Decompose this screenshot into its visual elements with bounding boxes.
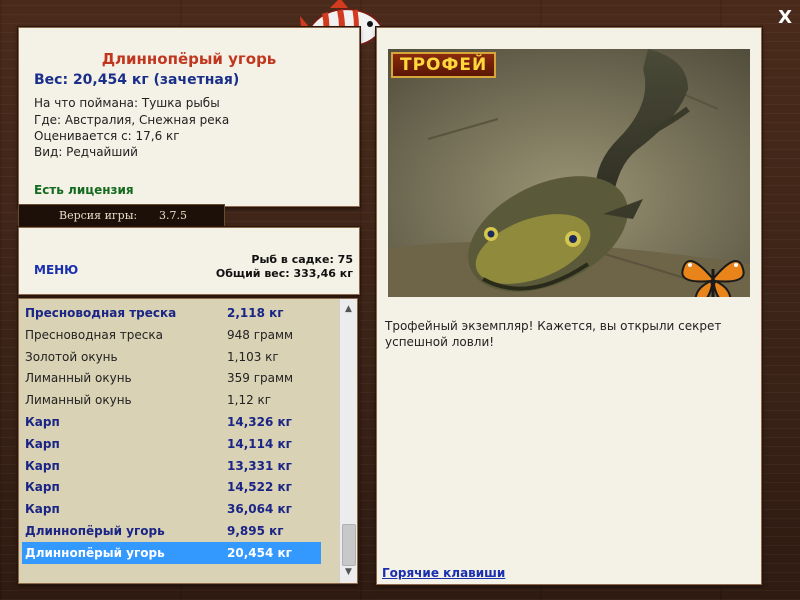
fish-list-item[interactable]: Лиманный окунь 1,12 кг [22, 389, 321, 411]
fish-name: Карп [25, 502, 60, 517]
version-label: Версия игры: [59, 209, 138, 222]
fish-weight: 9,895 кг [227, 524, 284, 538]
fish-weight: 948 грамм [227, 327, 294, 342]
trophy-detail-panel: ТРОФЕЙ Трофейный экземпляр! Кажется, вы … [376, 27, 762, 585]
fish-weight: 14,522 кг [227, 480, 292, 495]
fish-name: Лиманный окунь [25, 371, 132, 386]
catch-kind: Вид: Редчайший [34, 145, 138, 159]
fish-name: Золотой окунь [25, 349, 118, 364]
fish-list-item[interactable]: Пресноводная треска 2,118 кг [22, 302, 321, 324]
fish-name: Пресноводная треска [25, 306, 177, 320]
fish-name: Карп [25, 480, 60, 495]
fish-name: Лиманный окунь [25, 393, 132, 408]
fish-list-item[interactable]: Длиннопёрый угорь 9,895 кг [22, 520, 321, 542]
fish-weight: 13,331 кг [227, 458, 292, 473]
fish-weight: 20,454 кг [227, 545, 292, 560]
fish-list-item[interactable]: Карп 14,114 кг [22, 433, 321, 455]
fish-weight: 359 грамм [227, 371, 294, 386]
fish-list-item[interactable]: Карп 13,331 кг [22, 455, 321, 477]
license-status: Есть лицензия [34, 183, 134, 197]
fish-weight: 14,114 кг [227, 436, 292, 451]
trophy-badge: ТРОФЕЙ [391, 52, 497, 78]
fish-photo: ТРОФЕЙ [388, 49, 750, 297]
fish-list-item[interactable]: Пресноводная треска 948 грамм [22, 324, 321, 346]
catch-valued-from: Оценивается с: 17,6 кг [34, 129, 180, 143]
fish-list-item[interactable]: Золотой окунь 1,103 кг [22, 346, 321, 368]
fish-name: Длиннопёрый угорь [25, 545, 165, 560]
fish-list-item[interactable]: Карп 36,064 кг [22, 498, 321, 520]
close-button[interactable]: X [778, 7, 792, 28]
fish-list[interactable]: Пресноводная треска 2,118 кг Пресноводная … [18, 298, 358, 584]
fish-name: Карп [25, 458, 60, 473]
catch-weight: Вес: 20,454 кг (зачетная) [34, 72, 240, 88]
fish-name: Карп [25, 436, 60, 451]
fish-name: Карп [25, 415, 60, 429]
fish-list-item[interactable]: Карп 14,326 кг [22, 411, 321, 433]
keepnet-stats-panel: МЕНЮ Рыб в садке: 75 Общий вес: 333,46 к… [18, 227, 360, 295]
fish-weight: 14,326 кг [227, 415, 292, 429]
menu-button[interactable]: МЕНЮ [34, 263, 78, 277]
fish-weight: 1,103 кг [227, 349, 279, 364]
catch-bait: На что поймана: Тушка рыбы [34, 96, 220, 110]
list-scrollbar[interactable]: ▲ ▼ [339, 299, 357, 583]
fish-list-item[interactable]: Длиннопёрый угорь 20,454 кг [22, 541, 321, 564]
fish-list-item[interactable]: Карп 14,522 кг [22, 476, 321, 498]
scroll-up-arrow-icon[interactable]: ▲ [340, 301, 357, 318]
hotkeys-link[interactable]: Горячие клавиши [382, 566, 505, 580]
total-weight: Общий вес: 333,46 кг [215, 267, 353, 280]
butterfly-icon [681, 260, 745, 297]
version-bar: Версия игры: 3.7.5 [18, 204, 225, 228]
trophy-description: Трофейный экземпляр! Кажется, вы открыли… [385, 319, 722, 349]
version-value: 3.7.5 [159, 209, 187, 222]
fish-weight: 36,064 кг [227, 502, 292, 517]
fish-weight: 2,118 кг [227, 306, 284, 320]
fish-weight: 1,12 кг [227, 393, 272, 408]
catch-title: Длиннопёрый угорь [101, 50, 277, 68]
scrollbar-thumb[interactable] [342, 524, 356, 566]
fish-name: Длиннопёрый угорь [25, 524, 165, 538]
catch-location: Где: Австралия, Снежная река [34, 113, 230, 127]
scroll-down-arrow-icon[interactable]: ▼ [340, 564, 357, 581]
fish-list-item[interactable]: Лиманный окунь 359 грамм [22, 367, 321, 389]
fish-count: Рыб в садке: 75 [251, 253, 353, 266]
catch-info-panel: Длиннопёрый угорь Вес: 20,454 кг (зачетн… [18, 27, 360, 207]
fish-name: Пресноводная треска [25, 327, 163, 342]
